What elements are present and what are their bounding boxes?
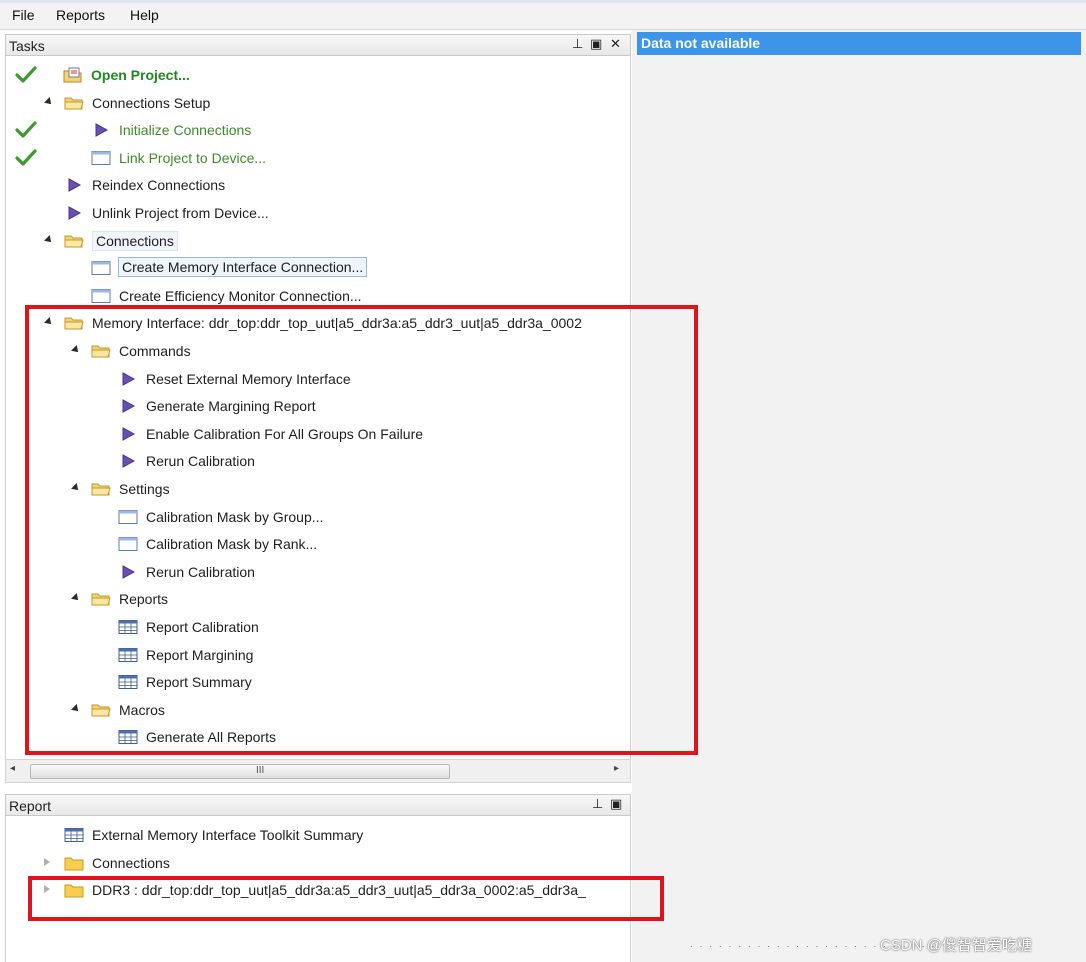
float-icon[interactable]: ▣ [610,797,622,812]
folder-icon [64,233,84,249]
checkmark-icon [15,148,37,168]
scrollbar-thumb[interactable]: III [30,764,450,779]
dialog-icon [91,260,111,276]
checkmark-icon [15,65,37,85]
menu-reports[interactable]: Reports [56,7,105,23]
expand-toggle-icon[interactable] [44,857,50,866]
menu-bar: File Reports Help [0,0,1086,30]
details-pane: Data not available [632,30,1086,962]
highlight-box-ddr3-report [28,876,664,921]
expand-toggle-icon[interactable] [44,96,54,107]
task-row[interactable]: Connections Setup [6,90,630,116]
report-label: Connections [92,854,170,871]
watermark: CSDN @傻智智爱吃糖 [880,937,1032,954]
task-label: Create Memory Interface Connection... [117,257,368,278]
task-row[interactable]: Initialize Connections [6,117,630,143]
folder-icon [64,95,84,111]
task-label: Reindex Connections [92,177,226,194]
status-banner: Data not available [637,32,1081,55]
run-command-icon [64,205,84,221]
task-row[interactable]: Open Project... [6,62,630,88]
pin-icon[interactable]: ⊥ [592,797,603,812]
scroll-right-icon[interactable]: ▸ [614,763,619,774]
task-label: Initialize Connections [119,122,252,139]
run-command-icon [91,122,111,138]
report-panel-header: Report ⊥ ▣ [5,794,631,816]
tasks-panel-title: Tasks [9,38,45,54]
pin-icon[interactable]: ⊥ [572,37,583,52]
window-top-edge [0,0,1086,3]
report-panel-title: Report [9,798,52,814]
open-project-icon [63,67,83,83]
tasks-horizontal-scrollbar[interactable]: ◂ III ▸ [5,759,631,783]
status-banner-text: Data not available [641,35,761,51]
task-row[interactable]: Reindex Connections [6,172,630,198]
scroll-left-icon[interactable]: ◂ [10,763,15,774]
report-row[interactable]: External Memory Interface Toolkit Summar… [6,822,630,848]
closed-folder-icon [64,855,84,871]
scrollbar-grip: III [256,765,265,776]
task-label: Create Efficiency Monitor Connection... [119,287,362,304]
task-row[interactable]: Link Project to Device... [6,145,630,171]
dialog-icon [91,150,111,166]
table-icon [64,827,84,843]
tasks-panel-header: Tasks ⊥ ▣ ✕ [5,34,631,56]
task-label: Connections [92,230,178,251]
checkmark-icon [15,120,37,140]
task-row[interactable]: Unlink Project from Device... [6,200,630,226]
report-row[interactable]: Connections [6,850,630,876]
task-row[interactable]: Create Memory Interface Connection... [6,255,630,281]
expand-toggle-icon[interactable] [44,234,54,245]
task-row[interactable]: Connections [6,228,630,254]
task-label: Connections Setup [92,94,211,111]
menu-file[interactable]: File [12,7,35,23]
task-label: Link Project to Device... [119,149,267,166]
run-command-icon [64,177,84,193]
menu-help[interactable]: Help [130,7,159,23]
report-label: External Memory Interface Toolkit Summar… [92,827,364,843]
dialog-icon [91,288,111,304]
task-label: Unlink Project from Device... [92,205,269,221]
task-label: Open Project... [91,67,190,83]
close-icon[interactable]: ✕ [610,37,621,52]
highlight-box-memory-interface [25,305,698,755]
float-icon[interactable]: ▣ [590,37,602,52]
